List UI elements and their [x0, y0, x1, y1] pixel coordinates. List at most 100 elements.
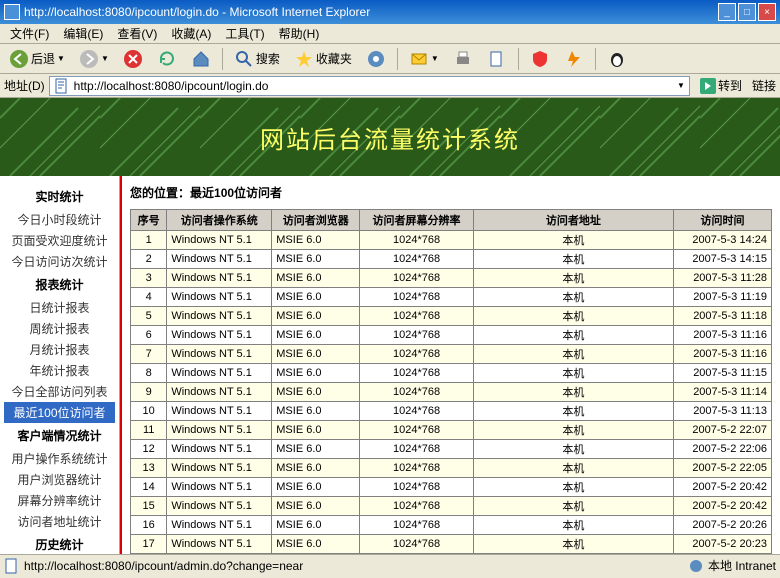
table-cell: 1024*768 — [360, 307, 474, 326]
table-cell: Windows NT 5.1 — [167, 402, 272, 421]
sidebar-item[interactable]: 访问者地址统计 — [4, 511, 115, 532]
chevron-down-icon[interactable]: ▼ — [677, 81, 685, 90]
breadcrumb-prefix: 您的位置： — [130, 186, 190, 200]
table-row[interactable]: 1Windows NT 5.1MSIE 6.01024*768本机2007-5-… — [131, 231, 772, 250]
sidebar-item[interactable]: 今日访问访次统计 — [4, 251, 115, 272]
table-row[interactable]: 3Windows NT 5.1MSIE 6.01024*768本机2007-5-… — [131, 269, 772, 288]
home-button[interactable] — [186, 46, 216, 72]
table-cell: 11 — [131, 421, 167, 440]
sidebar-item[interactable]: 屏幕分辨率统计 — [4, 490, 115, 511]
banner-title: 网站后台流量统计系统 — [260, 120, 520, 155]
edit-icon — [487, 49, 507, 69]
window-titlebar: http://localhost:8080/ipcount/login.do -… — [0, 0, 780, 24]
mail-button[interactable]: ▼ — [404, 46, 444, 72]
table-row[interactable]: 18Windows NT 5.1MSIE 6.01024*768本机2007-5… — [131, 554, 772, 555]
table-row[interactable]: 16Windows NT 5.1MSIE 6.01024*768本机2007-5… — [131, 516, 772, 535]
visitors-table: 序号访问者操作系统访问者浏览器访问者屏幕分辨率访问者地址访问时间 1Window… — [130, 209, 772, 554]
table-cell: Windows NT 5.1 — [167, 535, 272, 554]
table-row[interactable]: 14Windows NT 5.1MSIE 6.01024*768本机2007-5… — [131, 478, 772, 497]
table-cell: MSIE 6.0 — [272, 250, 360, 269]
table-cell: 13 — [131, 459, 167, 478]
sidebar-item[interactable]: 周统计报表 — [4, 318, 115, 339]
chevron-down-icon: ▼ — [57, 54, 65, 63]
sidebar-item[interactable]: 月统计报表 — [4, 339, 115, 360]
menu-item[interactable]: 查看(V) — [111, 23, 163, 44]
table-row[interactable]: 10Windows NT 5.1MSIE 6.01024*768本机2007-5… — [131, 402, 772, 421]
table-cell: 2007-5-3 11:19 — [673, 288, 771, 307]
table-cell: Windows NT 5.1 — [167, 326, 272, 345]
table-row[interactable]: 8Windows NT 5.1MSIE 6.01024*768本机2007-5-… — [131, 364, 772, 383]
table-cell: Windows NT 5.1 — [167, 288, 272, 307]
go-button[interactable]: 转到 — [694, 75, 748, 96]
chevron-down-icon: ▼ — [431, 54, 439, 63]
table-cell: 本机 — [473, 326, 673, 345]
sidebar-item[interactable]: 用户操作系统统计 — [4, 448, 115, 469]
table-row[interactable]: 11Windows NT 5.1MSIE 6.01024*768本机2007-5… — [131, 421, 772, 440]
menu-item[interactable]: 编辑(E) — [57, 23, 109, 44]
table-row[interactable]: 15Windows NT 5.1MSIE 6.01024*768本机2007-5… — [131, 497, 772, 516]
sidebar-item[interactable]: 今日全部访问列表 — [4, 381, 115, 402]
edit-button[interactable] — [482, 46, 512, 72]
print-button[interactable] — [448, 46, 478, 72]
table-cell: 本机 — [473, 478, 673, 497]
sidebar-group-title: 报表统计 — [4, 272, 115, 297]
table-cell: 7 — [131, 345, 167, 364]
table-cell: MSIE 6.0 — [272, 231, 360, 250]
links-label[interactable]: 链接 — [752, 77, 776, 94]
table-row[interactable]: 9Windows NT 5.1MSIE 6.01024*768本机2007-5-… — [131, 383, 772, 402]
search-button[interactable]: 搜索 — [229, 46, 285, 72]
table-cell: Windows NT 5.1 — [167, 478, 272, 497]
table-cell: 1024*768 — [360, 288, 474, 307]
back-button[interactable]: 后退 ▼ — [4, 46, 70, 72]
table-cell: 2007-5-2 22:07 — [673, 421, 771, 440]
go-label: 转到 — [718, 77, 742, 94]
sidebar-item[interactable]: 页面受欢迎度统计 — [4, 230, 115, 251]
table-cell: 1024*768 — [360, 554, 474, 555]
menu-item[interactable]: 工具(T) — [219, 23, 270, 44]
forward-button[interactable]: ▼ — [74, 46, 114, 72]
table-row[interactable]: 4Windows NT 5.1MSIE 6.01024*768本机2007-5-… — [131, 288, 772, 307]
sidebar-item[interactable]: 最近100位访问者 — [4, 402, 115, 423]
table-cell: 本机 — [473, 554, 673, 555]
menu-item[interactable]: 文件(F) — [4, 23, 55, 44]
table-row[interactable]: 7Windows NT 5.1MSIE 6.01024*768本机2007-5-… — [131, 345, 772, 364]
qq-button[interactable] — [602, 46, 632, 72]
address-field-wrapper[interactable]: ▼ — [49, 76, 690, 96]
table-row[interactable]: 2Windows NT 5.1MSIE 6.01024*768本机2007-5-… — [131, 250, 772, 269]
flash-button[interactable] — [559, 46, 589, 72]
table-row[interactable]: 13Windows NT 5.1MSIE 6.01024*768本机2007-5… — [131, 459, 772, 478]
favorites-button[interactable]: 收藏夹 — [289, 46, 357, 72]
maximize-button[interactable]: □ — [738, 3, 756, 21]
table-cell: 本机 — [473, 307, 673, 326]
sidebar-item[interactable]: 年统计报表 — [4, 360, 115, 381]
menu-item[interactable]: 收藏(A) — [165, 23, 217, 44]
print-icon — [453, 49, 473, 69]
media-button[interactable] — [361, 46, 391, 72]
shield-button[interactable] — [525, 46, 555, 72]
table-cell: 2007-5-3 14:15 — [673, 250, 771, 269]
toolbar-separator — [222, 48, 223, 70]
refresh-button[interactable] — [152, 46, 182, 72]
stop-icon — [123, 49, 143, 69]
table-row[interactable]: 5Windows NT 5.1MSIE 6.01024*768本机2007-5-… — [131, 307, 772, 326]
stop-button[interactable] — [118, 46, 148, 72]
media-icon — [366, 49, 386, 69]
minimize-button[interactable]: _ — [718, 3, 736, 21]
address-input[interactable] — [74, 79, 673, 93]
table-cell: 15 — [131, 497, 167, 516]
table-cell: 8 — [131, 364, 167, 383]
table-cell: MSIE 6.0 — [272, 269, 360, 288]
sidebar-item[interactable]: 日统计报表 — [4, 297, 115, 318]
table-cell: 2007-5-2 20:42 — [673, 497, 771, 516]
menu-item[interactable]: 帮助(H) — [273, 23, 326, 44]
table-row[interactable]: 17Windows NT 5.1MSIE 6.01024*768本机2007-5… — [131, 535, 772, 554]
table-cell: Windows NT 5.1 — [167, 345, 272, 364]
sidebar-item[interactable]: 用户浏览器统计 — [4, 469, 115, 490]
table-cell: 1024*768 — [360, 345, 474, 364]
table-row[interactable]: 12Windows NT 5.1MSIE 6.01024*768本机2007-5… — [131, 440, 772, 459]
sidebar-item[interactable]: 今日小时段统计 — [4, 209, 115, 230]
table-row[interactable]: 6Windows NT 5.1MSIE 6.01024*768本机2007-5-… — [131, 326, 772, 345]
close-button[interactable]: × — [758, 3, 776, 21]
table-cell: 本机 — [473, 383, 673, 402]
table-header: 访问时间 — [673, 210, 771, 231]
